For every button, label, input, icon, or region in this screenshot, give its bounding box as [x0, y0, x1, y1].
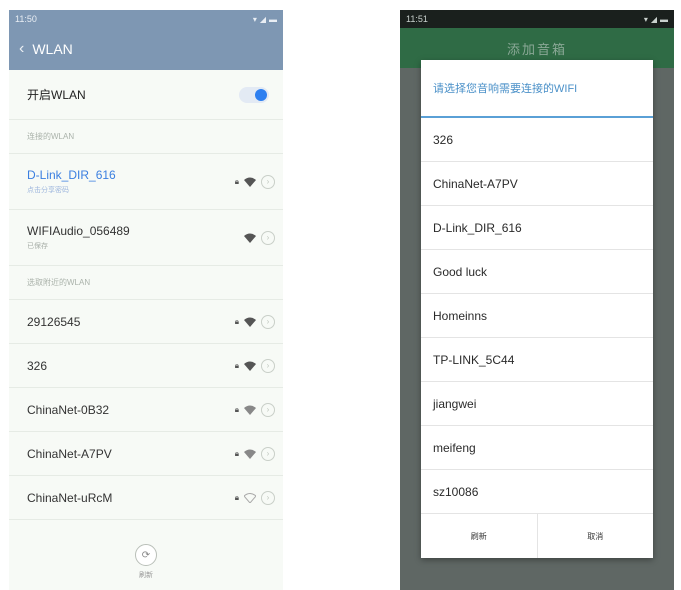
wlan-toggle-switch[interactable] — [239, 86, 269, 103]
info-icon[interactable]: › — [261, 314, 275, 329]
network-name: ChinaNet-uRcM — [27, 490, 113, 505]
network-row-connected[interactable]: D-Link_DIR_616 点击分享密码 🔒︎ › — [9, 154, 283, 210]
network-name: 326 — [27, 358, 48, 373]
wifi-icon — [244, 177, 256, 187]
lock-icon: 🔒︎ — [234, 404, 239, 414]
back-arrow-icon[interactable]: ‹ — [19, 40, 24, 58]
wifi-option[interactable]: TP-LINK_5C44 — [421, 338, 653, 382]
wifi-icon — [244, 361, 256, 371]
info-icon[interactable]: › — [261, 446, 275, 461]
wifi-option[interactable]: ChinaNet-A7PV — [421, 162, 653, 206]
status-time: 11:50 — [15, 14, 37, 24]
network-name: ChinaNet-A7PV — [27, 446, 112, 461]
wifi-option[interactable]: jiangwei — [421, 382, 653, 426]
network-subtitle: 点击分享密码 — [27, 187, 69, 194]
signal-icon: ◢ — [259, 14, 266, 24]
app-bar: ‹ WLAN — [9, 28, 283, 70]
wifi-icon — [244, 405, 256, 415]
network-row-icons: 🔒︎ › — [234, 490, 275, 505]
network-row-icons: 🔒︎ › — [234, 314, 275, 329]
toggle-knob — [255, 88, 267, 101]
network-row[interactable]: ChinaNet-0B32 🔒︎ › — [9, 388, 283, 432]
wlan-toggle-label: 开启WLAN — [27, 88, 86, 102]
signal-icon: ◢ — [650, 14, 657, 24]
battery-icon: ▬ — [269, 14, 277, 24]
wifi-icon — [244, 317, 256, 327]
wifi-option[interactable]: Homeinns — [421, 294, 653, 338]
wifi-option[interactable]: meifeng — [421, 426, 653, 470]
status-bar: 11:50 ▾ ◢ ▬ — [9, 10, 283, 28]
network-row[interactable]: 326 🔒︎ › — [9, 344, 283, 388]
system-icons: ▾ ◢ ▬ — [644, 15, 668, 24]
info-icon[interactable]: › — [261, 230, 275, 245]
network-row-icons: 🔒︎ › — [234, 402, 275, 417]
dialog-cancel-button[interactable]: 取消 — [536, 514, 654, 558]
dialog-actions: 刷新 取消 — [421, 514, 653, 558]
network-name: WIFIAudio_056489 — [27, 224, 130, 238]
network-row-icons: 🔒︎ › — [234, 174, 275, 189]
wlan-settings-screen: 11:50 ▾ ◢ ▬ ‹ WLAN 开启WLAN 连接的WLAN D-Link… — [9, 10, 283, 590]
network-name-block: WIFIAudio_056489 已保存 — [27, 224, 130, 251]
lock-icon: 🔒︎ — [234, 176, 239, 186]
wifi-icon — [244, 449, 256, 459]
info-icon[interactable]: › — [261, 490, 275, 505]
wifi-option[interactable]: D-Link_DIR_616 — [421, 206, 653, 250]
refresh-label: 刷新 — [139, 572, 153, 579]
wifi-icon — [244, 492, 256, 503]
dialog-refresh-button[interactable]: 刷新 — [421, 514, 537, 558]
lock-icon: 🔒︎ — [234, 448, 239, 458]
network-row[interactable]: 29126545 🔒︎ › — [9, 300, 283, 344]
network-row-icons: › — [244, 230, 275, 245]
wifi-option[interactable]: 326 — [421, 118, 653, 162]
refresh-icon: ⟳ — [141, 549, 151, 561]
info-icon[interactable]: › — [261, 358, 275, 373]
nearby-section-header: 选取附近的WLAN — [9, 266, 283, 300]
wifi-option[interactable]: sz10086 — [421, 470, 653, 514]
lock-icon: 🔒︎ — [234, 316, 239, 326]
refresh-button[interactable]: ⟳ — [135, 544, 157, 566]
status-time: 11:51 — [406, 14, 428, 24]
network-name: ChinaNet-0B32 — [27, 402, 110, 417]
add-speaker-screen: 11:51 ▾ ◢ ▬ 添加音箱 请选择您音响需要连接的WIFI 326 Chi… — [400, 10, 674, 590]
network-row-icons: 🔒︎ › — [234, 358, 275, 373]
network-name-block: D-Link_DIR_616 点击分享密码 — [27, 168, 116, 195]
refresh-area: ⟳ 刷新 — [9, 544, 283, 580]
info-icon[interactable]: › — [261, 174, 275, 189]
status-bar: 11:51 ▾ ◢ ▬ — [400, 10, 674, 28]
lock-icon: 🔒︎ — [234, 492, 239, 502]
page-title: WLAN — [32, 41, 73, 57]
battery-icon: ▬ — [660, 14, 668, 24]
page-title: 添加音箱 — [506, 41, 567, 57]
wifi-status-icon: ▾ — [643, 14, 648, 24]
wifi-option[interactable]: Good luck — [421, 250, 653, 294]
network-subtitle: 已保存 — [27, 243, 48, 250]
network-name: 29126545 — [27, 314, 81, 329]
dialog-title: 请选择您音响需要连接的WIFI — [421, 60, 653, 118]
network-row-saved[interactable]: WIFIAudio_056489 已保存 › — [9, 210, 283, 266]
network-row[interactable]: ChinaNet-A7PV 🔒︎ › — [9, 432, 283, 476]
wifi-status-icon: ▾ — [252, 14, 257, 24]
system-icons: ▾ ◢ ▬ — [253, 15, 277, 24]
lock-icon: 🔒︎ — [234, 360, 239, 370]
wifi-icon — [244, 233, 256, 243]
wlan-toggle-row[interactable]: 开启WLAN — [9, 70, 283, 120]
network-row-icons: 🔒︎ › — [234, 446, 275, 461]
network-row[interactable]: ChinaNet-uRcM 🔒︎ › — [9, 476, 283, 520]
wifi-select-dialog: 请选择您音响需要连接的WIFI 326 ChinaNet-A7PV D-Link… — [421, 60, 653, 558]
network-name: D-Link_DIR_616 — [27, 168, 116, 182]
info-icon[interactable]: › — [261, 402, 275, 417]
connected-section-header: 连接的WLAN — [9, 120, 283, 154]
